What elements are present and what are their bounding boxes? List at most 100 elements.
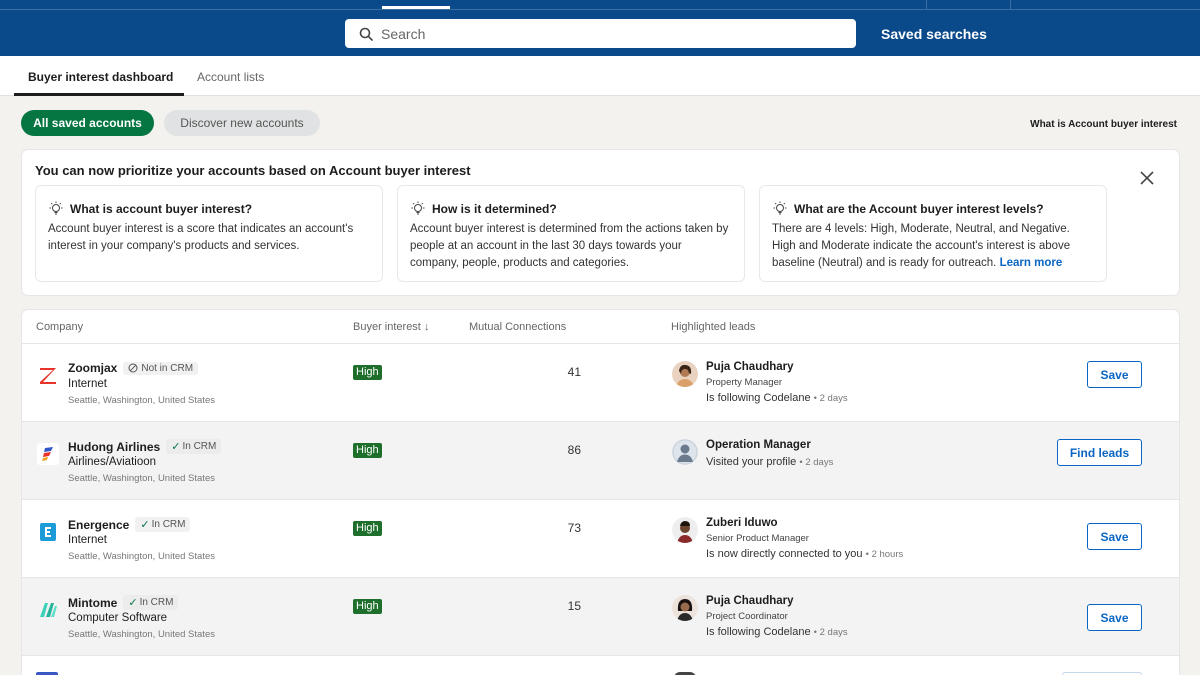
lead-title: Property Manager bbox=[706, 377, 783, 388]
table-row[interactable]: Energence ✓ In CRM Internet Seattle, Wash… bbox=[22, 500, 1179, 578]
checkmark-icon: ✓ bbox=[128, 597, 138, 609]
crm-status-badge: ✓ In CRM bbox=[166, 439, 222, 454]
buyer-interest-badge: High bbox=[353, 521, 382, 536]
save-button[interactable]: Save bbox=[1087, 361, 1142, 388]
crm-status-text: In CRM bbox=[139, 597, 174, 608]
banner-title: You can now prioritize your accounts bas… bbox=[35, 163, 471, 178]
lead-activity-text: Is following Codelane bbox=[706, 392, 811, 404]
crm-status-text: In CRM bbox=[151, 519, 186, 530]
lead-activity-text: Visited your profile bbox=[706, 456, 797, 468]
lead-avatar[interactable] bbox=[672, 595, 698, 621]
saved-searches-link[interactable]: Saved searches bbox=[881, 26, 987, 42]
lead-activity: Is following Codelane • 2 days bbox=[706, 392, 848, 404]
company-name-text: Zoomjax bbox=[68, 361, 118, 375]
info-card-title-text: What are the Account buyer interest leve… bbox=[794, 202, 1044, 216]
company-logo-energence bbox=[36, 520, 60, 544]
company-name[interactable]: Mintome ✓ In CRM bbox=[68, 595, 179, 610]
lead-avatar[interactable] bbox=[672, 361, 698, 387]
what-is-buyer-interest-link[interactable]: What is Account buyer interest bbox=[1030, 119, 1177, 130]
column-header-mutual-connections[interactable]: Mutual Connections bbox=[469, 321, 566, 333]
lead-name[interactable]: Operation Manager bbox=[706, 439, 811, 451]
lightbulb-icon bbox=[773, 201, 787, 215]
table-header: Company Buyer interest ↓ Mutual Connecti… bbox=[22, 310, 1179, 344]
lead-activity-time: • 2 days bbox=[813, 393, 848, 404]
search-bar[interactable] bbox=[345, 19, 856, 48]
column-header-company[interactable]: Company bbox=[36, 321, 83, 333]
lead-activity: Is now directly connected to you • 2 hou… bbox=[706, 548, 903, 560]
mutual-connections-count[interactable]: 73 bbox=[539, 521, 581, 535]
crm-status-text: In CRM bbox=[182, 441, 217, 452]
active-nav-indicator bbox=[382, 6, 450, 9]
search-input[interactable] bbox=[381, 25, 821, 42]
lead-activity: Visited your profile • 2 days bbox=[706, 456, 833, 468]
table-row[interactable]: Hudong Airlines ✓ In CRM Airlines/Aviatio… bbox=[22, 422, 1179, 500]
lead-avatar-placeholder[interactable] bbox=[672, 439, 698, 465]
lead-activity-time: • 2 days bbox=[813, 627, 848, 638]
lightbulb-icon bbox=[411, 201, 425, 215]
company-logo-mintome bbox=[36, 598, 60, 622]
column-header-buyer-interest[interactable]: Buyer interest ↓ bbox=[353, 321, 429, 333]
lead-name[interactable]: Puja Chaudhary bbox=[706, 361, 794, 373]
lead-activity-time-text: 2 days bbox=[819, 627, 848, 638]
company-location: Seattle, Washington, United States bbox=[68, 629, 215, 640]
search-icon bbox=[359, 27, 373, 41]
company-industry: Internet bbox=[68, 534, 107, 546]
checkmark-icon: ✓ bbox=[171, 441, 181, 453]
lead-activity: Is following Codelane • 2 days bbox=[706, 626, 848, 638]
table-row[interactable]: Zoomjax Not in CRM Internet Seattle, Was… bbox=[22, 344, 1179, 422]
buyer-interest-badge: High bbox=[353, 599, 382, 614]
top-nav-bar: Saved searches bbox=[0, 0, 1200, 56]
company-logo-zoomjax bbox=[36, 364, 60, 388]
crm-status-badge: ✓ In CRM bbox=[123, 595, 179, 610]
crm-status-badge: Not in CRM bbox=[123, 361, 199, 375]
info-card-what: What is account buyer interest? Account … bbox=[35, 185, 383, 282]
buyer-interest-badge: High bbox=[353, 365, 382, 380]
company-name-text: Mintome bbox=[68, 595, 118, 610]
active-tab-underline bbox=[14, 93, 184, 96]
lead-activity-time: • 2 hours bbox=[865, 549, 904, 560]
company-name[interactable]: Zoomjax Not in CRM bbox=[68, 361, 199, 375]
lightbulb-icon bbox=[49, 201, 63, 215]
info-card-levels: What are the Account buyer interest leve… bbox=[759, 185, 1107, 282]
company-industry: Internet bbox=[68, 378, 107, 390]
company-name-text: Energence bbox=[68, 517, 130, 532]
tab-account-lists[interactable]: Account lists bbox=[197, 70, 264, 84]
save-button[interactable]: Save bbox=[1087, 604, 1142, 631]
tab-buyer-interest-dashboard[interactable]: Buyer interest dashboard bbox=[28, 70, 173, 84]
company-name[interactable]: Energence ✓ In CRM bbox=[68, 517, 191, 532]
info-card-title: What is account buyer interest? bbox=[48, 201, 370, 217]
company-location: Seattle, Washington, United States bbox=[68, 551, 215, 562]
nav-divider bbox=[926, 0, 927, 10]
discover-new-accounts-filter[interactable]: Discover new accounts bbox=[164, 110, 320, 136]
company-industry: Airlines/Aviatioon bbox=[68, 456, 157, 468]
mutual-connections-count[interactable]: 15 bbox=[539, 599, 581, 613]
table-row[interactable]: Mintome ✓ In CRM Computer Software Seattl… bbox=[22, 578, 1179, 656]
crm-status-text: Not in CRM bbox=[141, 362, 194, 374]
close-icon[interactable] bbox=[1139, 170, 1155, 186]
learn-more-link[interactable]: Learn more bbox=[1000, 257, 1063, 269]
lead-name[interactable]: Zuberi Iduwo bbox=[706, 517, 778, 529]
buyer-interest-badge: High bbox=[353, 443, 382, 458]
lead-title: Project Coordinator bbox=[706, 611, 788, 622]
lead-activity-time-text: 2 days bbox=[805, 457, 834, 468]
lead-avatar[interactable] bbox=[672, 517, 698, 543]
company-location: Seattle, Washington, United States bbox=[68, 395, 215, 406]
mutual-connections-count[interactable]: 41 bbox=[539, 365, 581, 379]
company-name[interactable]: Hudong Airlines ✓ In CRM bbox=[68, 439, 222, 454]
info-card-how: How is it determined? Account buyer inte… bbox=[397, 185, 745, 282]
save-button[interactable]: Save bbox=[1087, 523, 1142, 550]
lead-activity-time-text: 2 days bbox=[819, 393, 848, 404]
info-card-body: Account buyer interest is a score that i… bbox=[48, 223, 354, 252]
lead-activity-time: • 2 days bbox=[799, 457, 834, 468]
info-card-body: There are 4 levels: High, Moderate, Neut… bbox=[772, 221, 1094, 272]
company-industry: Computer Software bbox=[68, 612, 168, 624]
lead-activity-text: Is following Codelane bbox=[706, 626, 811, 638]
mutual-connections-count[interactable]: 86 bbox=[539, 443, 581, 457]
accounts-table: Company Buyer interest ↓ Mutual Connecti… bbox=[22, 310, 1179, 675]
column-header-highlighted-leads[interactable]: Highlighted leads bbox=[671, 321, 755, 333]
tab-bar: Buyer interest dashboard Account lists bbox=[0, 56, 1200, 96]
find-leads-button[interactable]: Find leads bbox=[1057, 439, 1142, 466]
all-saved-accounts-filter[interactable]: All saved accounts bbox=[21, 110, 154, 136]
info-card-title: What are the Account buyer interest leve… bbox=[772, 201, 1094, 217]
lead-name[interactable]: Puja Chaudhary bbox=[706, 595, 794, 607]
